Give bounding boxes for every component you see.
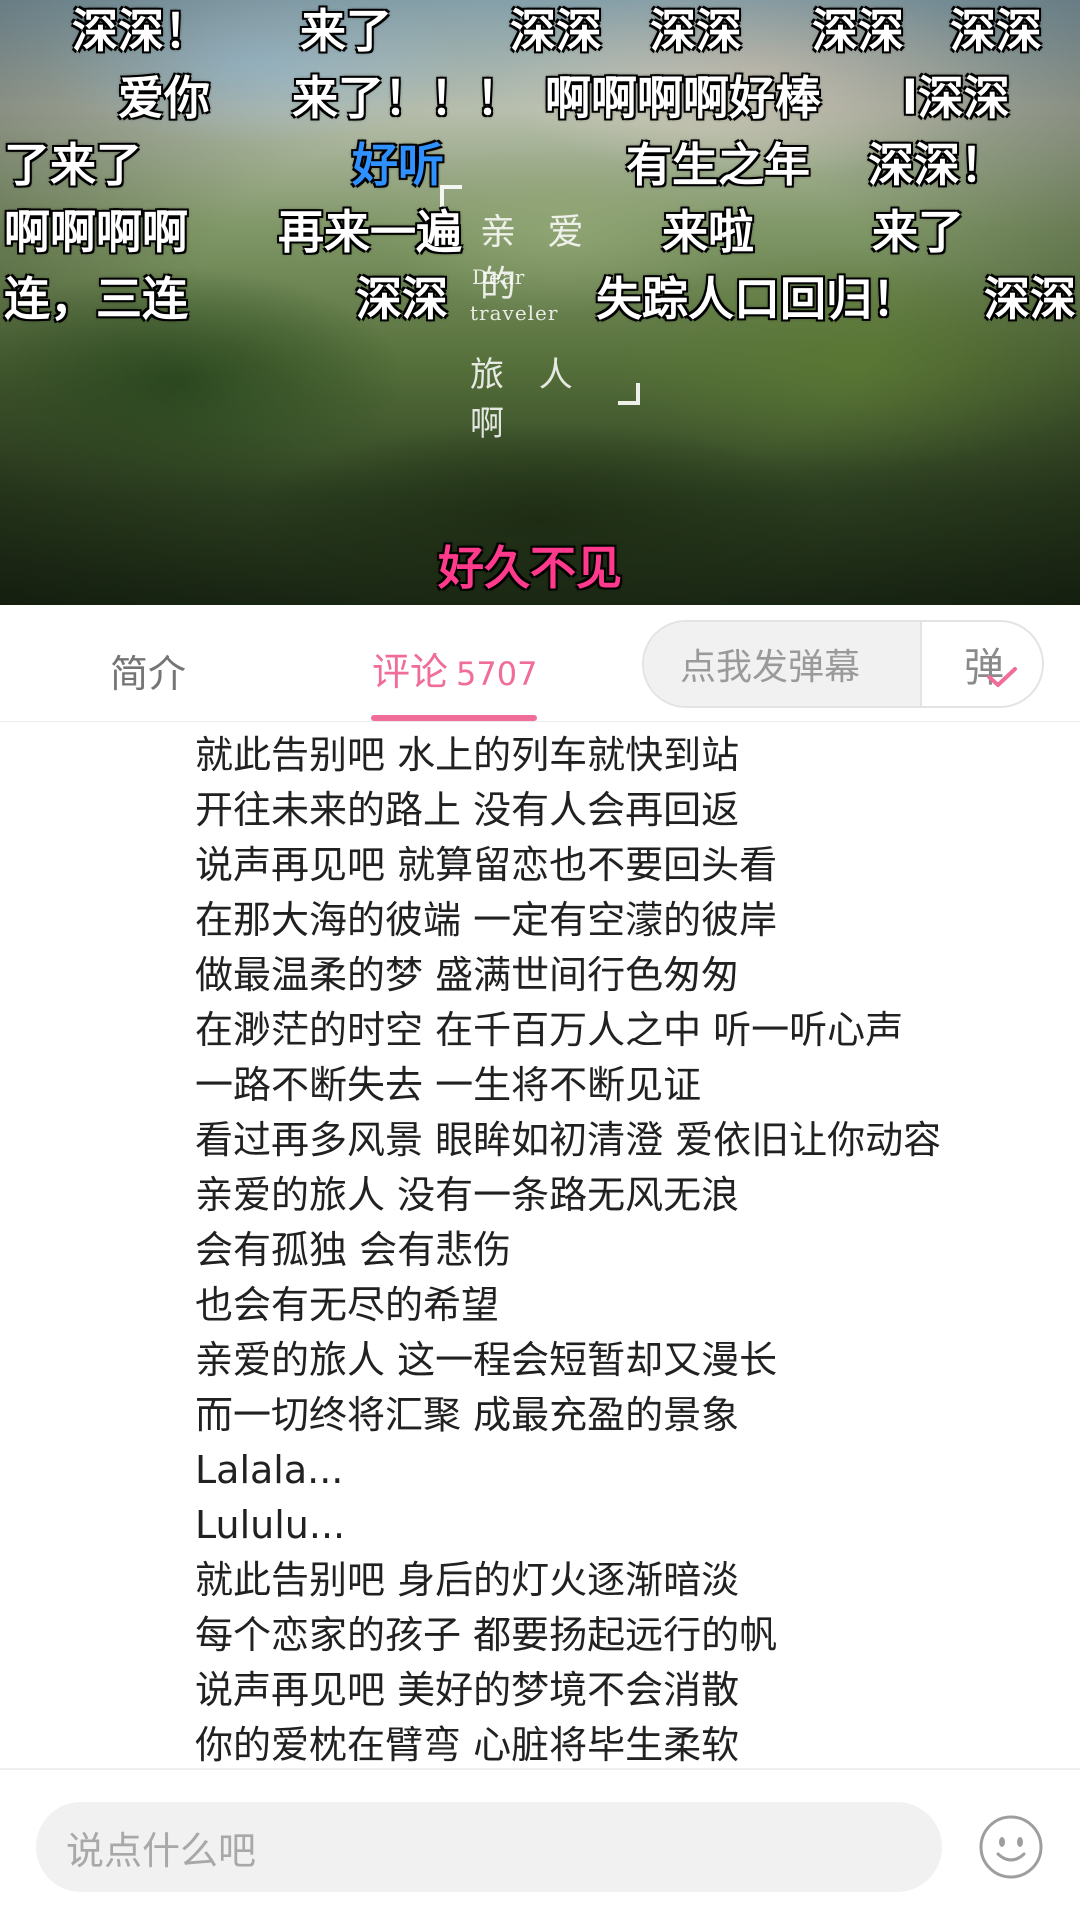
- lyric-line: 而一切终将汇聚 成最充盈的景象: [195, 1393, 740, 1437]
- danmaku-comment: 深深: [650, 4, 742, 58]
- danmaku-toggle-button[interactable]: 弹: [922, 622, 1042, 706]
- title-card-line-bottom: 旅 人 啊: [470, 355, 585, 444]
- lyric-line: Lululu...: [195, 1503, 346, 1547]
- danmaku-comment: 来了！！！: [292, 71, 522, 125]
- lyric-line: 亲爱的旅人 这一程会短暂却又漫长: [195, 1338, 778, 1382]
- danmaku-comment: 啊啊啊啊: [4, 205, 188, 259]
- danmaku-comment: 深深: [812, 4, 904, 58]
- comment-bar: 说点什么吧: [0, 1768, 1080, 1920]
- lyric-line: 就此告别吧 身后的灯火逐渐暗淡: [195, 1558, 740, 1602]
- danmaku-comment: 失踪人口回归！: [596, 272, 918, 326]
- danmaku-comment: 来啦: [662, 205, 754, 259]
- danmaku-input[interactable]: 点我发弹幕: [644, 622, 922, 706]
- check-icon: [987, 667, 1017, 687]
- lyric-line: 你的爱枕在臂弯 心脏将毕生柔软: [195, 1723, 740, 1767]
- tab-bar: 简介 评论 5707 点我发弹幕 弹: [0, 605, 1080, 722]
- title-card-line-traveler: traveler: [470, 301, 559, 325]
- lyric-line: 一路不断失去 一生将不断见证: [195, 1063, 702, 1107]
- tab-comments[interactable]: 评论 5707: [372, 641, 537, 721]
- lyric-line: 每个恋家的孩子 都要扬起远行的帆: [195, 1613, 778, 1657]
- lyric-line: 也会有无尽的希望: [195, 1283, 500, 1327]
- danmaku-comment: 深深！: [868, 138, 1006, 192]
- danmaku-comment: 再来一遍: [278, 205, 462, 259]
- danmaku-comment: 来了: [300, 4, 392, 58]
- danmaku-comment: 深深: [510, 4, 602, 58]
- lyric-line: 在渺茫的时空 在千百万人之中 听一听心声: [195, 1008, 904, 1052]
- danmaku-comment: 爱你: [118, 71, 210, 125]
- danmaku-comment: 好听: [352, 138, 444, 192]
- lyric-line: 说声再见吧 就算留恋也不要回头看: [195, 843, 778, 887]
- lyric-line: 会有孤独 会有悲伤: [195, 1228, 512, 1272]
- lyric-line: 做最温柔的梦 盛满世间行色匆匆: [195, 953, 740, 997]
- lyric-line: 说声再见吧 美好的梦境不会消散: [195, 1668, 740, 1712]
- lyric-line: 看过再多风景 眼眸如初清澄 爱依旧让你动容: [195, 1118, 942, 1162]
- danmaku-comment: 连，三连: [4, 272, 188, 326]
- smiley-face-icon[interactable]: [978, 1814, 1044, 1880]
- danmaku-comment-bottom: 好久不见: [438, 541, 622, 595]
- danmaku-comment: 有生之年: [626, 138, 810, 192]
- danmaku-send-box: 点我发弹幕 弹: [642, 620, 1044, 708]
- danmaku-comment: 了来了: [4, 138, 142, 192]
- tab-comments-label: 评论: [372, 650, 449, 694]
- tab-intro[interactable]: 简介: [110, 643, 186, 698]
- tab-comments-count: 5707: [456, 655, 538, 693]
- danmaku-comment: 来了: [872, 205, 964, 259]
- danmaku-comment: 啊啊啊啊好棒: [545, 71, 821, 125]
- lyrics-content: 就此告别吧 水上的列车就快到站 开往未来的路上 没有人会再回返 说声再见吧 就算留恋…: [195, 728, 1055, 1768]
- danmaku-comment: 深深！: [72, 4, 210, 58]
- lyric-line: 就此告别吧 水上的列车就快到站: [195, 733, 740, 777]
- lyric-line: 亲爱的旅人 没有一条路无风无浪: [195, 1173, 740, 1217]
- lyric-line: 开往未来的路上 没有人会再回返: [195, 788, 740, 832]
- danmaku-comment: 深深: [984, 272, 1076, 326]
- video-player[interactable]: 亲 爱 的 Dear traveler 旅 人 啊 深深！ 来了 深深 深深 深…: [0, 0, 1080, 605]
- active-tab-indicator: [371, 715, 537, 721]
- danmaku-comment: 深深: [950, 4, 1042, 58]
- lyric-line: 在那大海的彼端 一定有空濛的彼岸: [195, 898, 778, 942]
- danmaku-comment: l深深: [902, 71, 1010, 125]
- title-card-line-dear: Dear: [472, 265, 526, 289]
- danmaku-comment: 深深: [356, 272, 448, 326]
- lyric-line: Lalala...: [195, 1448, 344, 1492]
- comment-input[interactable]: 说点什么吧: [36, 1802, 942, 1892]
